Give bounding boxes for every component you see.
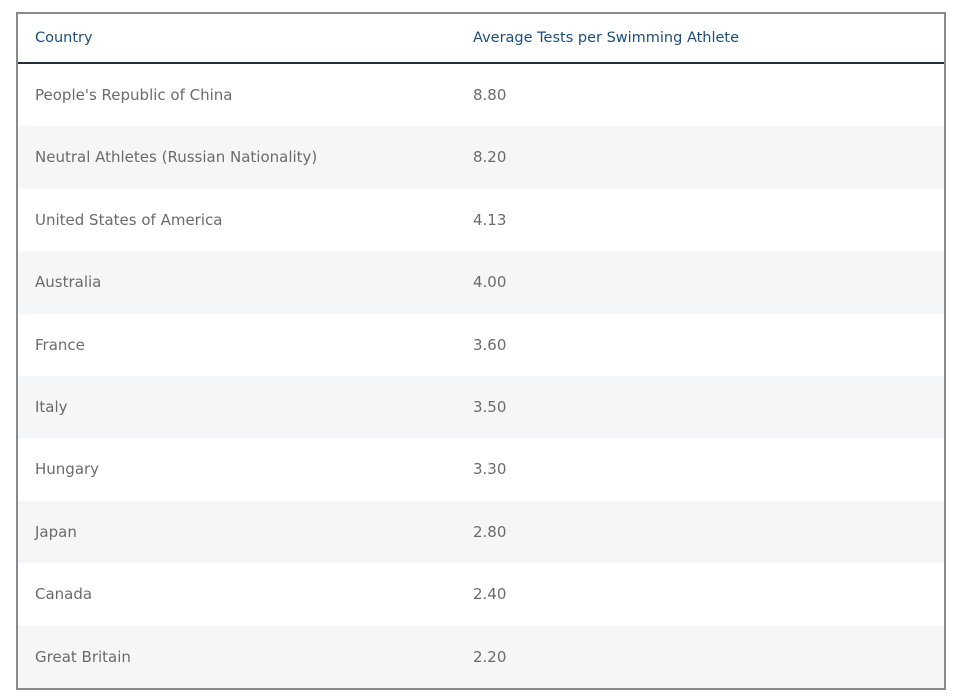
column-header-average-tests: Average Tests per Swimming Athlete	[473, 30, 740, 46]
country-cell: People's Republic of China	[35, 86, 233, 104]
table-row: Neutral Athletes (Russian Nationality) 8…	[18, 126, 944, 189]
value-cell: 4.00	[473, 273, 507, 292]
table-row: Great Britain 2.20	[18, 625, 944, 688]
value-cell: 2.40	[473, 585, 507, 604]
country-cell: Hungary	[35, 460, 100, 479]
table-body: People's Republic of China 8.80 Neutral …	[18, 64, 944, 688]
value-cell: 2.80	[473, 522, 507, 541]
value-cell: 8.20	[473, 148, 507, 167]
value-cell: 3.60	[473, 335, 507, 354]
country-cell: United States of America	[35, 210, 223, 229]
value-cell: 4.13	[473, 210, 507, 229]
table-row: Japan 2.80	[18, 500, 944, 564]
table-row: People's Republic of China 8.80	[18, 64, 944, 126]
country-cell: Canada	[35, 585, 93, 604]
column-header-country: Country	[35, 30, 93, 46]
tests-table: Country Average Tests per Swimming Athle…	[16, 12, 946, 690]
table-row: Hungary 3.30	[18, 438, 944, 500]
value-cell: 8.80	[473, 86, 507, 104]
country-cell: France	[35, 335, 85, 354]
table-row: Australia 4.00	[18, 251, 944, 314]
country-cell: Italy	[35, 397, 68, 416]
country-cell: Japan	[35, 522, 77, 541]
table-row: Canada 2.40	[18, 563, 944, 625]
value-cell: 3.30	[473, 460, 507, 479]
country-cell: Australia	[35, 273, 102, 292]
table-header: Country Average Tests per Swimming Athle…	[18, 14, 944, 64]
table-row: United States of America 4.13	[18, 189, 944, 251]
value-cell: 3.50	[473, 397, 507, 416]
table-row: Italy 3.50	[18, 375, 944, 439]
table-row: France 3.60	[18, 314, 944, 376]
country-cell: Neutral Athletes (Russian Nationality)	[35, 148, 318, 167]
value-cell: 2.20	[473, 647, 507, 666]
country-cell: Great Britain	[35, 647, 131, 666]
